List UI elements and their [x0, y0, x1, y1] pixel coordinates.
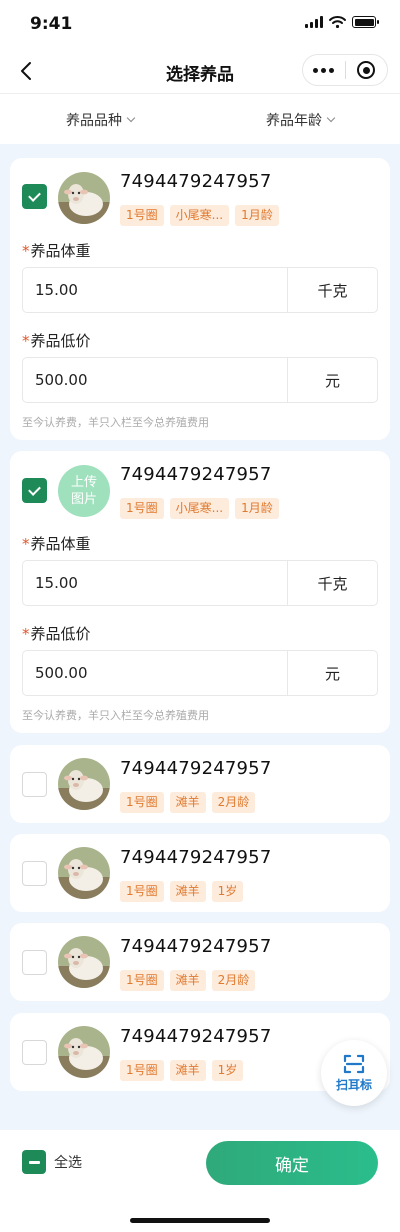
- price-value: 500.00: [35, 664, 88, 682]
- price-label: *养品低价: [22, 625, 91, 643]
- item-tags: 1号圈 滩羊 2月龄: [120, 792, 256, 813]
- tag-pen: 1号圈: [120, 792, 164, 813]
- status-icons: [305, 16, 379, 28]
- scan-icon: [343, 1054, 365, 1073]
- chevron-down-icon: [126, 113, 136, 123]
- price-unit: 元: [287, 651, 377, 695]
- item-id: 7494479247957: [120, 1026, 272, 1047]
- status-time: 9:41: [30, 14, 73, 34]
- select-all-label: 全选: [54, 1155, 82, 1171]
- mini-program-capsule: [302, 54, 388, 86]
- item-tags: 1号圈 滩羊 1岁: [120, 1060, 244, 1081]
- price-unit: 元: [287, 358, 377, 402]
- tag-pen: 1号圈: [120, 498, 164, 519]
- more-button[interactable]: [303, 55, 345, 85]
- weight-label: *养品体重: [22, 535, 91, 553]
- confirm-button[interactable]: 确定: [206, 1141, 378, 1185]
- weight-field[interactable]: 15.00 千克: [22, 267, 378, 313]
- tag-age: 1月龄: [235, 498, 279, 519]
- price-value: 500.00: [35, 371, 88, 389]
- battery-icon: [352, 16, 379, 28]
- header: 9:41 选择养品 养品品种 养品年龄: [0, 0, 400, 144]
- more-dots-icon: [313, 67, 335, 73]
- item-card: 7494479247957 1号圈 滩羊 2月龄: [10, 923, 390, 1001]
- status-bar: 9:41: [0, 0, 400, 48]
- scan-label: 扫耳标: [335, 1077, 372, 1092]
- sheep-avatar: [58, 172, 110, 224]
- item-checkbox[interactable]: [22, 772, 47, 797]
- item-tags: 1号圈 小尾寒... 1月龄: [120, 498, 279, 519]
- fee-hint: 至今认养费，羊只入栏至今总养殖费用: [22, 416, 209, 429]
- item-card: 7494479247957 1号圈 小尾寒... 1月龄 *养品体重 15.00…: [10, 158, 390, 440]
- chevron-down-icon: [326, 113, 336, 123]
- close-program-button[interactable]: [346, 55, 388, 85]
- item-id: 7494479247957: [120, 171, 272, 192]
- item-card: 7494479247957 1号圈 滩羊 1岁: [10, 834, 390, 912]
- weight-unit: 千克: [287, 268, 377, 312]
- signal-icon: [305, 16, 323, 28]
- nav-bar: 选择养品: [0, 48, 400, 94]
- weight-label: *养品体重: [22, 242, 91, 260]
- item-checkbox[interactable]: [22, 184, 47, 209]
- target-icon: [357, 61, 376, 79]
- weight-value: 15.00: [35, 574, 78, 592]
- tag-breed: 滩羊: [169, 792, 206, 813]
- filter-age-label: 养品年龄: [266, 113, 322, 129]
- tag-age: 2月龄: [211, 792, 256, 813]
- tag-breed: 滩羊: [169, 970, 206, 991]
- home-indicator: [130, 1218, 270, 1223]
- upload-photo-button[interactable]: 上传 图片: [58, 465, 110, 517]
- filter-breed-label: 养品品种: [66, 113, 122, 129]
- tag-age: 1月龄: [235, 205, 279, 226]
- item-id: 7494479247957: [120, 464, 272, 485]
- sheep-avatar: [58, 1026, 110, 1078]
- filter-breed[interactable]: 养品品种: [0, 96, 200, 144]
- weight-value: 15.00: [35, 281, 78, 299]
- tag-age: 1岁: [211, 1060, 244, 1081]
- tag-pen: 1号圈: [120, 970, 164, 991]
- select-all-toggle[interactable]: 全选: [22, 1150, 82, 1174]
- scan-ear-tag-button[interactable]: 扫耳标: [321, 1040, 387, 1106]
- select-all-checkbox[interactable]: [22, 1150, 46, 1174]
- tag-pen: 1号圈: [120, 1060, 164, 1081]
- item-id: 7494479247957: [120, 936, 272, 957]
- tag-breed: 滩羊: [169, 1060, 206, 1081]
- upload-photo-label: 上传 图片: [70, 475, 97, 507]
- item-tags: 1号圈 小尾寒... 1月龄: [120, 205, 279, 226]
- item-card: 7494479247957 1号圈 滩羊 2月龄: [10, 745, 390, 823]
- weight-unit: 千克: [287, 561, 377, 605]
- tag-pen: 1号圈: [120, 205, 164, 226]
- tag-breed: 小尾寒...: [169, 498, 230, 519]
- item-checkbox[interactable]: [22, 950, 47, 975]
- sheep-avatar: [58, 936, 110, 988]
- item-checkbox[interactable]: [22, 861, 47, 886]
- item-id: 7494479247957: [120, 847, 272, 868]
- tag-breed: 滩羊: [169, 881, 206, 902]
- fee-hint: 至今认养费，羊只入栏至今总养殖费用: [22, 709, 209, 722]
- price-label: *养品低价: [22, 332, 91, 350]
- item-tags: 1号圈 滩羊 2月龄: [120, 970, 256, 991]
- weight-field[interactable]: 15.00 千克: [22, 560, 378, 606]
- bottom-bar: 全选 确定: [0, 1130, 400, 1232]
- wifi-icon: [329, 16, 346, 28]
- item-id: 7494479247957: [120, 758, 272, 779]
- price-field[interactable]: 500.00 元: [22, 650, 378, 696]
- tag-breed: 小尾寒...: [169, 205, 230, 226]
- item-tags: 1号圈 滩羊 1岁: [120, 881, 244, 902]
- filter-bar: 养品品种 养品年龄: [0, 96, 400, 144]
- tag-age: 2月龄: [211, 970, 256, 991]
- tag-age: 1岁: [211, 881, 244, 902]
- item-checkbox[interactable]: [22, 1040, 47, 1065]
- sheep-avatar: [58, 758, 110, 810]
- filter-age[interactable]: 养品年龄: [200, 96, 400, 144]
- item-card: 上传 图片 7494479247957 1号圈 小尾寒... 1月龄 *养品体重…: [10, 451, 390, 733]
- item-checkbox[interactable]: [22, 478, 47, 503]
- tag-pen: 1号圈: [120, 881, 164, 902]
- price-field[interactable]: 500.00 元: [22, 357, 378, 403]
- sheep-avatar: [58, 847, 110, 899]
